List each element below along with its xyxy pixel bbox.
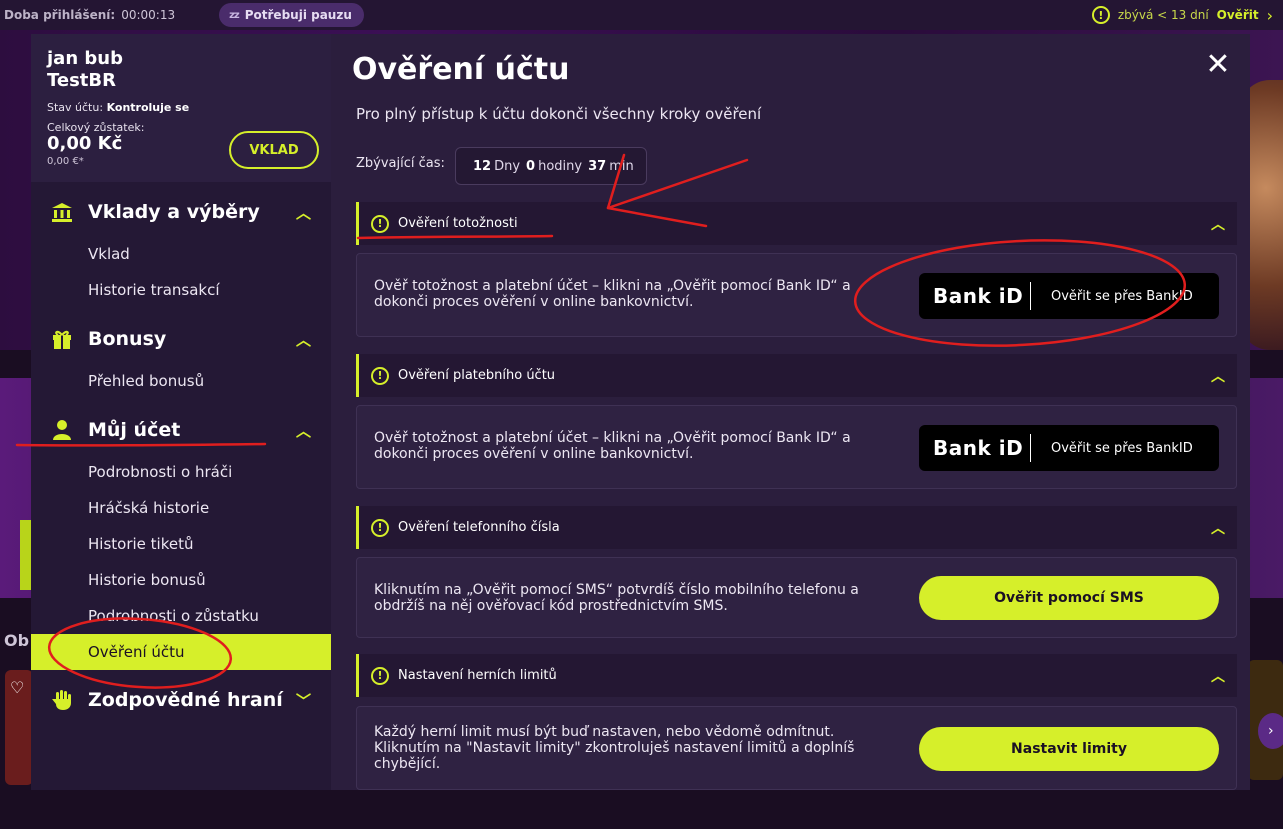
step-body-payment-account: Ověř totožnost a platební účet – klikni … (356, 405, 1237, 489)
step-header-identity[interactable]: ! Ověření totožnosti ︿ (356, 202, 1237, 245)
chevron-up-icon: ︿ (295, 330, 311, 349)
time-days-unit: Dny (494, 158, 521, 174)
pause-button[interactable]: zz Potřebuji pauzu (219, 3, 364, 27)
step-header-limits[interactable]: ! Nastavení herních limitů ︿ (356, 654, 1237, 697)
step-header-payment-account[interactable]: ! Ověření platebního účtu ︿ (356, 354, 1237, 397)
page-title: Ověření účtu (352, 52, 570, 87)
step-body-identity: Ověř totožnost a platební účet – klikni … (356, 253, 1237, 337)
step-title: Nastavení herních limitů (398, 668, 557, 683)
warning-icon: ! (371, 666, 389, 685)
chevron-up-icon: ︿ (1211, 368, 1225, 385)
status-value: Kontroluje se (106, 101, 190, 114)
sidebar-item-ticket-history[interactable]: Historie tiketů (31, 526, 331, 562)
sidebar-item-balance-details[interactable]: Podrobnosti o zůstatku (31, 598, 331, 634)
chevron-up-icon: ︿ (295, 203, 311, 222)
balance-value: 0,00 Kč (47, 133, 123, 154)
account-modal: jan bub TestBR Stav účtu: Kontroluje se … (31, 34, 1250, 790)
step-title: Ověření totožnosti (398, 216, 518, 231)
sidebar-item-player-history[interactable]: Hráčská historie (31, 490, 331, 526)
divider (1030, 282, 1031, 310)
verification-panel: Ověření účtu ✕ Pro plný přístup k účtu d… (331, 34, 1250, 790)
warning-icon: ! (1091, 6, 1110, 24)
step-description: Každý herní limit musí být buď nastaven,… (374, 724, 855, 772)
user-box: jan bub TestBR Stav účtu: Kontroluje se … (31, 34, 331, 182)
sidebar-item-deposit[interactable]: Vklad (31, 236, 331, 272)
chevron-up-icon: ︿ (1211, 520, 1225, 537)
section-bonuses[interactable]: Bonusy ︿ (31, 319, 331, 359)
step-title: Ověření telefonního čísla (398, 520, 560, 535)
section-deposits[interactable]: Vklady a výběry ︿ (31, 192, 331, 232)
carousel-next-icon[interactable]: › (1258, 713, 1283, 749)
step-title: Ověření platebního účtu (398, 368, 556, 383)
set-limits-button[interactable]: Nastavit limity (919, 727, 1219, 771)
deposit-button[interactable]: VKLAD (229, 131, 319, 169)
remaining-days: zbývá < 13 dní (1117, 8, 1209, 22)
sleep-icon: zz (229, 9, 240, 21)
chevron-up-icon: ︿ (295, 421, 311, 440)
pause-label: Potřebuji pauzu (244, 8, 352, 22)
session-timer: Doba přihlášení: 00:00:13 (4, 8, 175, 22)
sidebar-item-account-verification[interactable]: Ověření účtu (31, 634, 331, 670)
verify-sms-button[interactable]: Ověřit pomocí SMS (919, 576, 1219, 620)
step-description: Kliknutím na „Ověřit pomocí SMS“ potvrdí… (374, 582, 859, 614)
bankid-logo: Bank iD (933, 284, 1024, 308)
time-days: 12 (473, 158, 492, 174)
close-icon[interactable]: ✕ (1204, 50, 1232, 80)
time-hours-unit: hodiny (538, 158, 583, 174)
background-section-title: Ob (4, 631, 30, 650)
section-title: Zodpovědné hraní (88, 689, 283, 711)
chevron-up-icon: ︿ (1211, 668, 1225, 685)
top-bar: Doba přihlášení: 00:00:13 zz Potřebuji p… (0, 0, 1283, 30)
bank-icon (52, 203, 72, 222)
bankid-button-label: Ověřit se přes BankID (1051, 440, 1193, 456)
user-icon (53, 420, 71, 440)
time-minutes-unit: min (609, 158, 634, 174)
session-time: 00:00:13 (121, 8, 176, 22)
bankid-logo: Bank iD (933, 436, 1024, 460)
bankid-button[interactable]: Bank iD Ověřit se přes BankID (919, 273, 1219, 319)
section-title: Můj účet (88, 419, 181, 441)
sidebar-item-player-details[interactable]: Podrobnosti o hráči (31, 454, 331, 490)
verification-reminder[interactable]: ! zbývá < 13 dní Ověřit › (1091, 0, 1273, 30)
divider (1030, 434, 1031, 462)
sidebar-item-bonus-overview[interactable]: Přehled bonusů (31, 363, 331, 399)
sidebar-item-bonus-history[interactable]: Historie bonusů (31, 562, 331, 598)
warning-icon: ! (371, 214, 389, 233)
account-status: Stav účtu: Kontroluje se (47, 101, 189, 114)
time-hours: 0 (526, 158, 536, 174)
step-header-phone[interactable]: ! Ověření telefonního čísla ︿ (356, 506, 1237, 549)
bankid-button[interactable]: Bank iD Ověřit se přes BankID (919, 425, 1219, 471)
step-body-limits: Každý herní limit musí být buď nastaven,… (356, 706, 1237, 790)
chevron-down-icon: ﹀ (295, 691, 311, 710)
section-title: Bonusy (88, 328, 167, 350)
user-name-second: TestBR (47, 70, 116, 91)
hand-icon (52, 690, 71, 710)
status-label: Stav účtu: (47, 101, 104, 114)
sidebar-item-transactions[interactable]: Historie transakcí (31, 272, 331, 308)
heart-icon[interactable]: ♡ (10, 678, 24, 697)
step-body-phone: Kliknutím na „Ověřit pomocí SMS“ potvrdí… (356, 557, 1237, 638)
warning-icon: ! (371, 366, 389, 385)
user-name-first: jan bub (47, 48, 123, 69)
user-name: jan bub TestBR (47, 48, 123, 92)
warning-icon: ! (371, 518, 389, 537)
sidebar: jan bub TestBR Stav účtu: Kontroluje se … (31, 34, 331, 790)
chevron-up-icon: ︿ (1211, 216, 1225, 233)
verify-link[interactable]: Ověřit (1217, 8, 1259, 22)
section-my-account[interactable]: Můj účet ︿ (31, 410, 331, 450)
step-description: Ověř totožnost a platební účet – klikni … (374, 430, 851, 462)
balance-eur: 0,00 €* (47, 156, 84, 167)
remaining-time: 12 Dny 0 hodiny 37 min (455, 147, 647, 185)
time-minutes: 37 (588, 158, 607, 174)
section-responsible-gaming[interactable]: Zodpovědné hraní ﹀ (31, 680, 331, 720)
gift-icon (53, 330, 71, 349)
step-description: Ověř totožnost a platební účet – klikni … (374, 278, 851, 310)
session-label: Doba přihlášení: (4, 8, 116, 22)
bankid-button-label: Ověřit se přes BankID (1051, 288, 1193, 304)
time-label: Zbývající čas: (356, 156, 445, 171)
page-subtitle: Pro plný přístup k účtu dokonči všechny … (356, 105, 762, 123)
section-title: Vklady a výběry (88, 201, 260, 223)
chevron-right-icon: › (1266, 5, 1273, 25)
